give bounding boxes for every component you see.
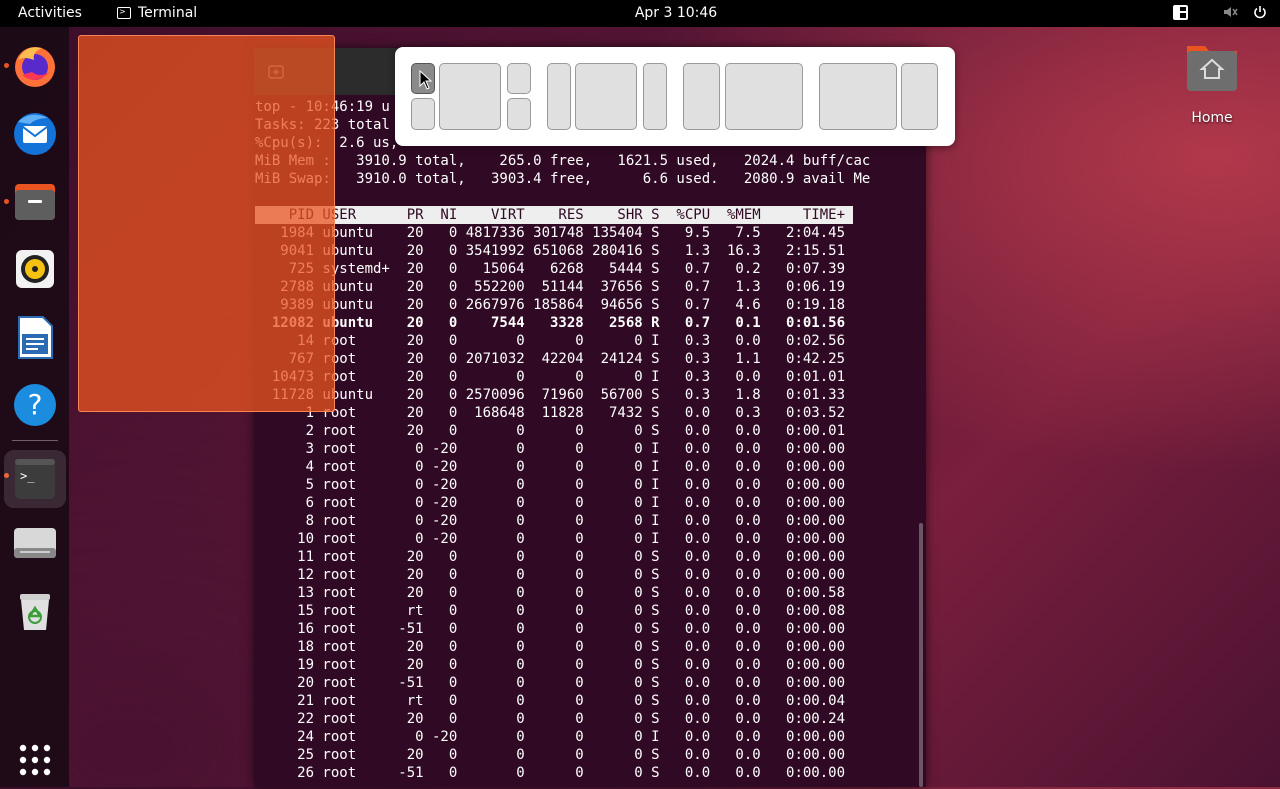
dock: ? >_ [0, 27, 69, 787]
tiling-layout-icon[interactable] [1173, 4, 1188, 20]
help-icon[interactable]: ? [10, 380, 60, 430]
process-row: 725 systemd+ 20 0 15064 6268 5444 S 0.7 … [255, 261, 846, 277]
process-row: 15 root rt 0 0 0 0 S 0.0 0.0 0:00.08 [255, 603, 846, 619]
scrollbar[interactable] [919, 523, 923, 787]
app-menu-label: Terminal [138, 5, 198, 21]
home-folder[interactable]: Home [1180, 40, 1244, 126]
layout-zone-right[interactable] [901, 63, 938, 130]
top-bar: Activities > Terminal Apr 3 10:46 [0, 0, 1280, 27]
process-row: 10473 root 20 0 0 0 0 I 0.3 0.0 0:01.01 [255, 369, 846, 385]
process-row: 8 root 0 -20 0 0 0 I 0.0 0.0 0:00.00 [255, 513, 846, 529]
app-grid-icon[interactable] [10, 735, 60, 785]
layout-zone-left[interactable] [819, 63, 897, 130]
system-tray[interactable] [1173, 4, 1268, 20]
layout-zone-left[interactable] [547, 63, 571, 130]
layout-zone-top-right[interactable] [507, 63, 531, 94]
process-row: 2788 ubuntu 20 0 552200 51144 37656 S 0.… [255, 279, 846, 295]
power-icon[interactable] [1252, 4, 1268, 20]
layout-zone-left[interactable] [683, 63, 720, 130]
files-icon[interactable] [10, 176, 60, 226]
process-row: 14 root 20 0 0 0 0 I 0.3 0.0 0:02.56 [255, 333, 846, 349]
running-indicator [4, 199, 9, 204]
home-folder-icon [1184, 40, 1240, 92]
layout-zone-bottom-right[interactable] [507, 98, 531, 130]
process-row: 2 root 20 0 0 0 0 S 0.0 0.0 0:00.01 [255, 423, 846, 439]
app-menu[interactable]: > Terminal [117, 5, 197, 21]
process-row: 25 root 20 0 0 0 0 S 0.0 0.0 0:00.00 [255, 747, 846, 763]
process-row: 26 root -51 0 0 0 0 S 0.0 0.0 0:00.00 [255, 765, 846, 781]
running-indicator [4, 63, 9, 68]
thunderbird-icon[interactable] [10, 108, 60, 158]
process-row: 21 root rt 0 0 0 0 S 0.0 0.0 0:00.04 [255, 693, 846, 709]
process-row: 12082 ubuntu 20 0 7544 3328 2568 R 0.7 0… [255, 315, 846, 331]
activities-button[interactable]: Activities [18, 5, 82, 21]
snap-preview-overlay [78, 35, 335, 412]
process-row: 16 root -51 0 0 0 0 S 0.0 0.0 0:00.00 [255, 621, 846, 637]
process-row: 4 root 0 -20 0 0 0 I 0.0 0.0 0:00.00 [255, 459, 846, 475]
summary-line: MiB Swap: 3910.0 total, 3903.4 free, 6.6… [255, 171, 871, 187]
rhythmbox-icon[interactable] [10, 244, 60, 294]
process-row: 767 root 20 0 2071032 42204 24124 S 0.3 … [255, 351, 846, 367]
process-row: 19 root 20 0 0 0 0 S 0.0 0.0 0:00.00 [255, 657, 846, 673]
terminal-icon: >_ [15, 459, 55, 499]
top-output: top - 10:46:19 u Tasks: 223 total %Cpu(s… [255, 98, 870, 782]
process-row: 20 root -51 0 0 0 0 S 0.0 0.0 0:00.00 [255, 675, 846, 691]
layout-zone-bottom-left[interactable] [411, 98, 435, 130]
home-folder-label: Home [1191, 110, 1233, 126]
libreoffice-writer-icon[interactable] [10, 312, 60, 362]
process-row: 18 root 20 0 0 0 0 S 0.0 0.0 0:00.00 [255, 639, 846, 655]
process-row: 11 root 20 0 0 0 0 S 0.0 0.0 0:00.00 [255, 549, 846, 565]
process-row: 6 root 0 -20 0 0 0 I 0.0 0.0 0:00.00 [255, 495, 846, 511]
volume-muted-icon[interactable] [1222, 4, 1238, 20]
layout-zone-right[interactable] [725, 63, 803, 130]
layout-zone-center[interactable] [439, 63, 501, 130]
process-row: 1 root 20 0 168648 11828 7432 S 0.0 0.3 … [255, 405, 846, 421]
process-row: 1984 ubuntu 20 0 4817336 301748 135404 S… [255, 225, 846, 241]
dock-separator [12, 440, 58, 441]
firefox-icon[interactable] [10, 40, 60, 90]
process-table-header: PID USER PR NI VIRT RES SHR S %CPU %MEM … [255, 206, 854, 224]
terminal-icon: > [117, 7, 131, 19]
process-row: 11728 ubuntu 20 0 2570096 71960 56700 S … [255, 387, 846, 403]
process-row: 9041 ubuntu 20 0 3541992 651068 280416 S… [255, 243, 846, 259]
process-row: 5 root 0 -20 0 0 0 I 0.0 0.0 0:00.00 [255, 477, 846, 493]
snap-layout-panel [395, 47, 955, 146]
process-row: 9389 ubuntu 20 0 2667976 185864 94656 S … [255, 297, 846, 313]
process-row: 12 root 20 0 0 0 0 S 0.0 0.0 0:00.00 [255, 567, 846, 583]
process-row: 22 root 20 0 0 0 0 S 0.0 0.0 0:00.24 [255, 711, 846, 727]
process-row: 3 root 0 -20 0 0 0 I 0.0 0.0 0:00.00 [255, 441, 846, 457]
layout-zone-middle[interactable] [575, 63, 637, 130]
process-row: 10 root 0 -20 0 0 0 I 0.0 0.0 0:00.00 [255, 531, 846, 547]
trash-icon[interactable] [10, 586, 60, 636]
svg-text:?: ? [28, 388, 43, 421]
process-row: 13 root 20 0 0 0 0 S 0.0 0.0 0:00.58 [255, 585, 846, 601]
drive-icon[interactable] [10, 518, 60, 568]
terminal-dock-item[interactable]: >_ [4, 450, 66, 508]
svg-text:>_: >_ [20, 469, 35, 483]
process-row: 24 root 0 -20 0 0 0 I 0.0 0.0 0:00.00 [255, 729, 846, 745]
summary-line: MiB Mem : 3910.9 total, 265.0 free, 1621… [255, 153, 871, 169]
terminal-window[interactable]: top - 10:46:19 u Tasks: 223 total %Cpu(s… [254, 48, 926, 787]
layout-zone-right[interactable] [643, 63, 667, 130]
